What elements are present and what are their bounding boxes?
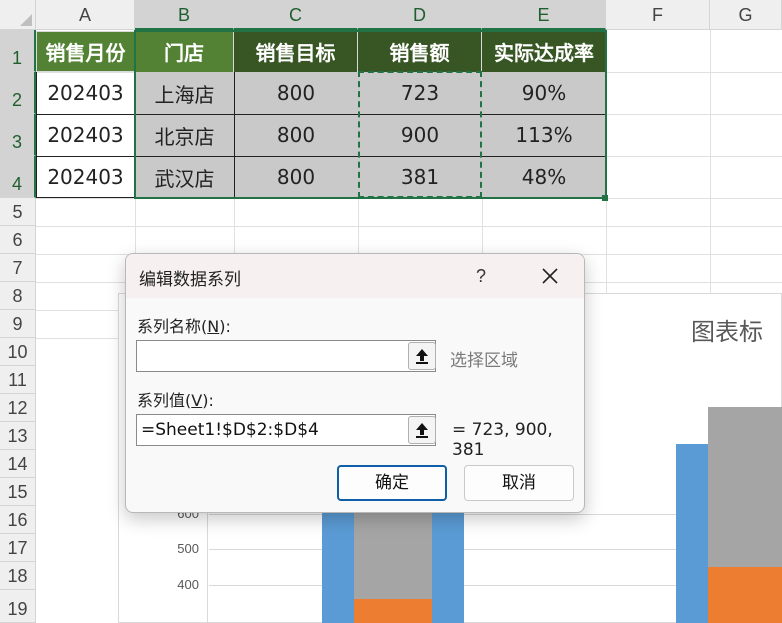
row-header-19[interactable]: 19 (0, 590, 36, 623)
header-cell-month[interactable]: 销售月份 (36, 31, 135, 72)
cell-d4[interactable]: 381 (358, 156, 482, 198)
bar-blue[interactable] (676, 444, 708, 623)
y-tick-label: 400 (177, 577, 199, 592)
cell-a3[interactable]: 202403 (36, 114, 135, 156)
column-header-g[interactable]: G (710, 0, 782, 30)
row-header-12[interactable]: 12 (0, 394, 36, 422)
cell-d3[interactable]: 900 (358, 114, 482, 156)
row-header-14[interactable]: 14 (0, 450, 36, 478)
bar-orange[interactable] (354, 599, 432, 623)
row-header-4[interactable]: 4 (0, 156, 36, 198)
column-header-a[interactable]: A (36, 0, 135, 30)
cell-c2[interactable]: 800 (234, 72, 358, 114)
series-values-collapse-button[interactable] (408, 416, 436, 444)
row-header-9[interactable]: 9 (0, 310, 36, 338)
row-header-18[interactable]: 18 (0, 562, 36, 590)
row-header-15[interactable]: 15 (0, 478, 36, 506)
spreadsheet: A B C D E F G 1 2 3 4 5 6 7 8 9 10 11 12… (0, 0, 782, 623)
collapse-dialog-icon (416, 349, 428, 364)
row-header-2[interactable]: 2 (0, 72, 36, 114)
cell-e2[interactable]: 90% (482, 72, 606, 114)
cell-b4[interactable]: 武汉店 (135, 156, 234, 198)
cell-c4[interactable]: 800 (234, 156, 358, 198)
cell-e3[interactable]: 113% (482, 114, 606, 156)
bar-orange[interactable] (708, 567, 782, 623)
row-header-6[interactable]: 6 (0, 226, 36, 254)
series-values-preview: = 723, 900, 381 (452, 420, 553, 460)
series-name-label: 系列名称(N): (137, 317, 231, 336)
edit-series-dialog: 编辑数据系列 ? 系列名称(N): 选择区域 系列值(V): =Sheet1!$… (125, 253, 585, 513)
bar-gray[interactable] (708, 407, 782, 567)
row-header-17[interactable]: 17 (0, 534, 36, 562)
ok-button[interactable]: 确定 (337, 465, 447, 501)
select-all-corner[interactable] (0, 0, 36, 30)
bar-blue[interactable] (432, 494, 464, 623)
column-header-d[interactable]: D (358, 0, 482, 30)
close-icon (542, 268, 558, 284)
cell-a4[interactable]: 202403 (36, 156, 135, 198)
cancel-button[interactable]: 取消 (464, 465, 574, 501)
column-header-b[interactable]: B (135, 0, 234, 30)
row-header-3[interactable]: 3 (0, 114, 36, 156)
row-header-1[interactable]: 1 (0, 30, 36, 72)
row-header-13[interactable]: 13 (0, 422, 36, 450)
series-name-input[interactable] (136, 340, 436, 372)
cell-b3[interactable]: 北京店 (135, 114, 234, 156)
series-values-label: 系列值(V): (137, 391, 214, 410)
cell-d2[interactable]: 723 (358, 72, 482, 114)
column-header-e[interactable]: E (482, 0, 606, 30)
series-values-input[interactable]: =Sheet1!$D$2:$D$4 (136, 414, 436, 446)
dialog-title: 编辑数据系列 (139, 270, 241, 290)
row-header-16[interactable]: 16 (0, 506, 36, 534)
close-button[interactable] (532, 259, 568, 293)
chart-title[interactable]: 图表标 (691, 312, 763, 347)
cell-b2[interactable]: 上海店 (135, 72, 234, 114)
column-header-f[interactable]: F (606, 0, 710, 30)
cell-e4[interactable]: 48% (482, 156, 606, 198)
row-header-8[interactable]: 8 (0, 282, 36, 310)
help-button[interactable]: ? (466, 259, 496, 293)
select-range-hint: 选择区域 (450, 351, 518, 371)
row-header-11[interactable]: 11 (0, 366, 36, 394)
column-header-c[interactable]: C (234, 0, 358, 30)
row-header-5[interactable]: 5 (0, 198, 36, 226)
bar-blue[interactable] (322, 494, 354, 623)
series-name-collapse-button[interactable] (408, 342, 436, 370)
cell-a2[interactable]: 202403 (36, 72, 135, 114)
collapse-dialog-icon (416, 423, 428, 438)
row-header-10[interactable]: 10 (0, 338, 36, 366)
row-header-7[interactable]: 7 (0, 254, 36, 282)
y-tick-label: 500 (177, 541, 199, 556)
cell-c3[interactable]: 800 (234, 114, 358, 156)
